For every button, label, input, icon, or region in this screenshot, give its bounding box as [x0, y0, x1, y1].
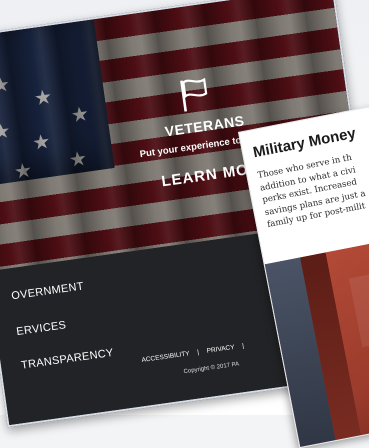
privacy-link[interactable]: PRIVACY [206, 344, 235, 355]
article-photo [264, 228, 369, 448]
nav-item-transparency[interactable]: TRANSPARENCY [20, 347, 114, 372]
link-separator: | [196, 348, 200, 357]
nav-item-government[interactable]: OVERNMENT [11, 280, 85, 302]
nav-item-services[interactable]: ERVICES [16, 319, 67, 338]
accessibility-link[interactable]: ACCESSIBILITY [141, 350, 190, 364]
copyright-text: Copyright © 2017 PA [183, 361, 240, 376]
flag-icon [176, 74, 215, 114]
footer-links: ACCESSIBILITY | PRIVACY | [141, 342, 250, 364]
link-separator: | [241, 342, 245, 350]
